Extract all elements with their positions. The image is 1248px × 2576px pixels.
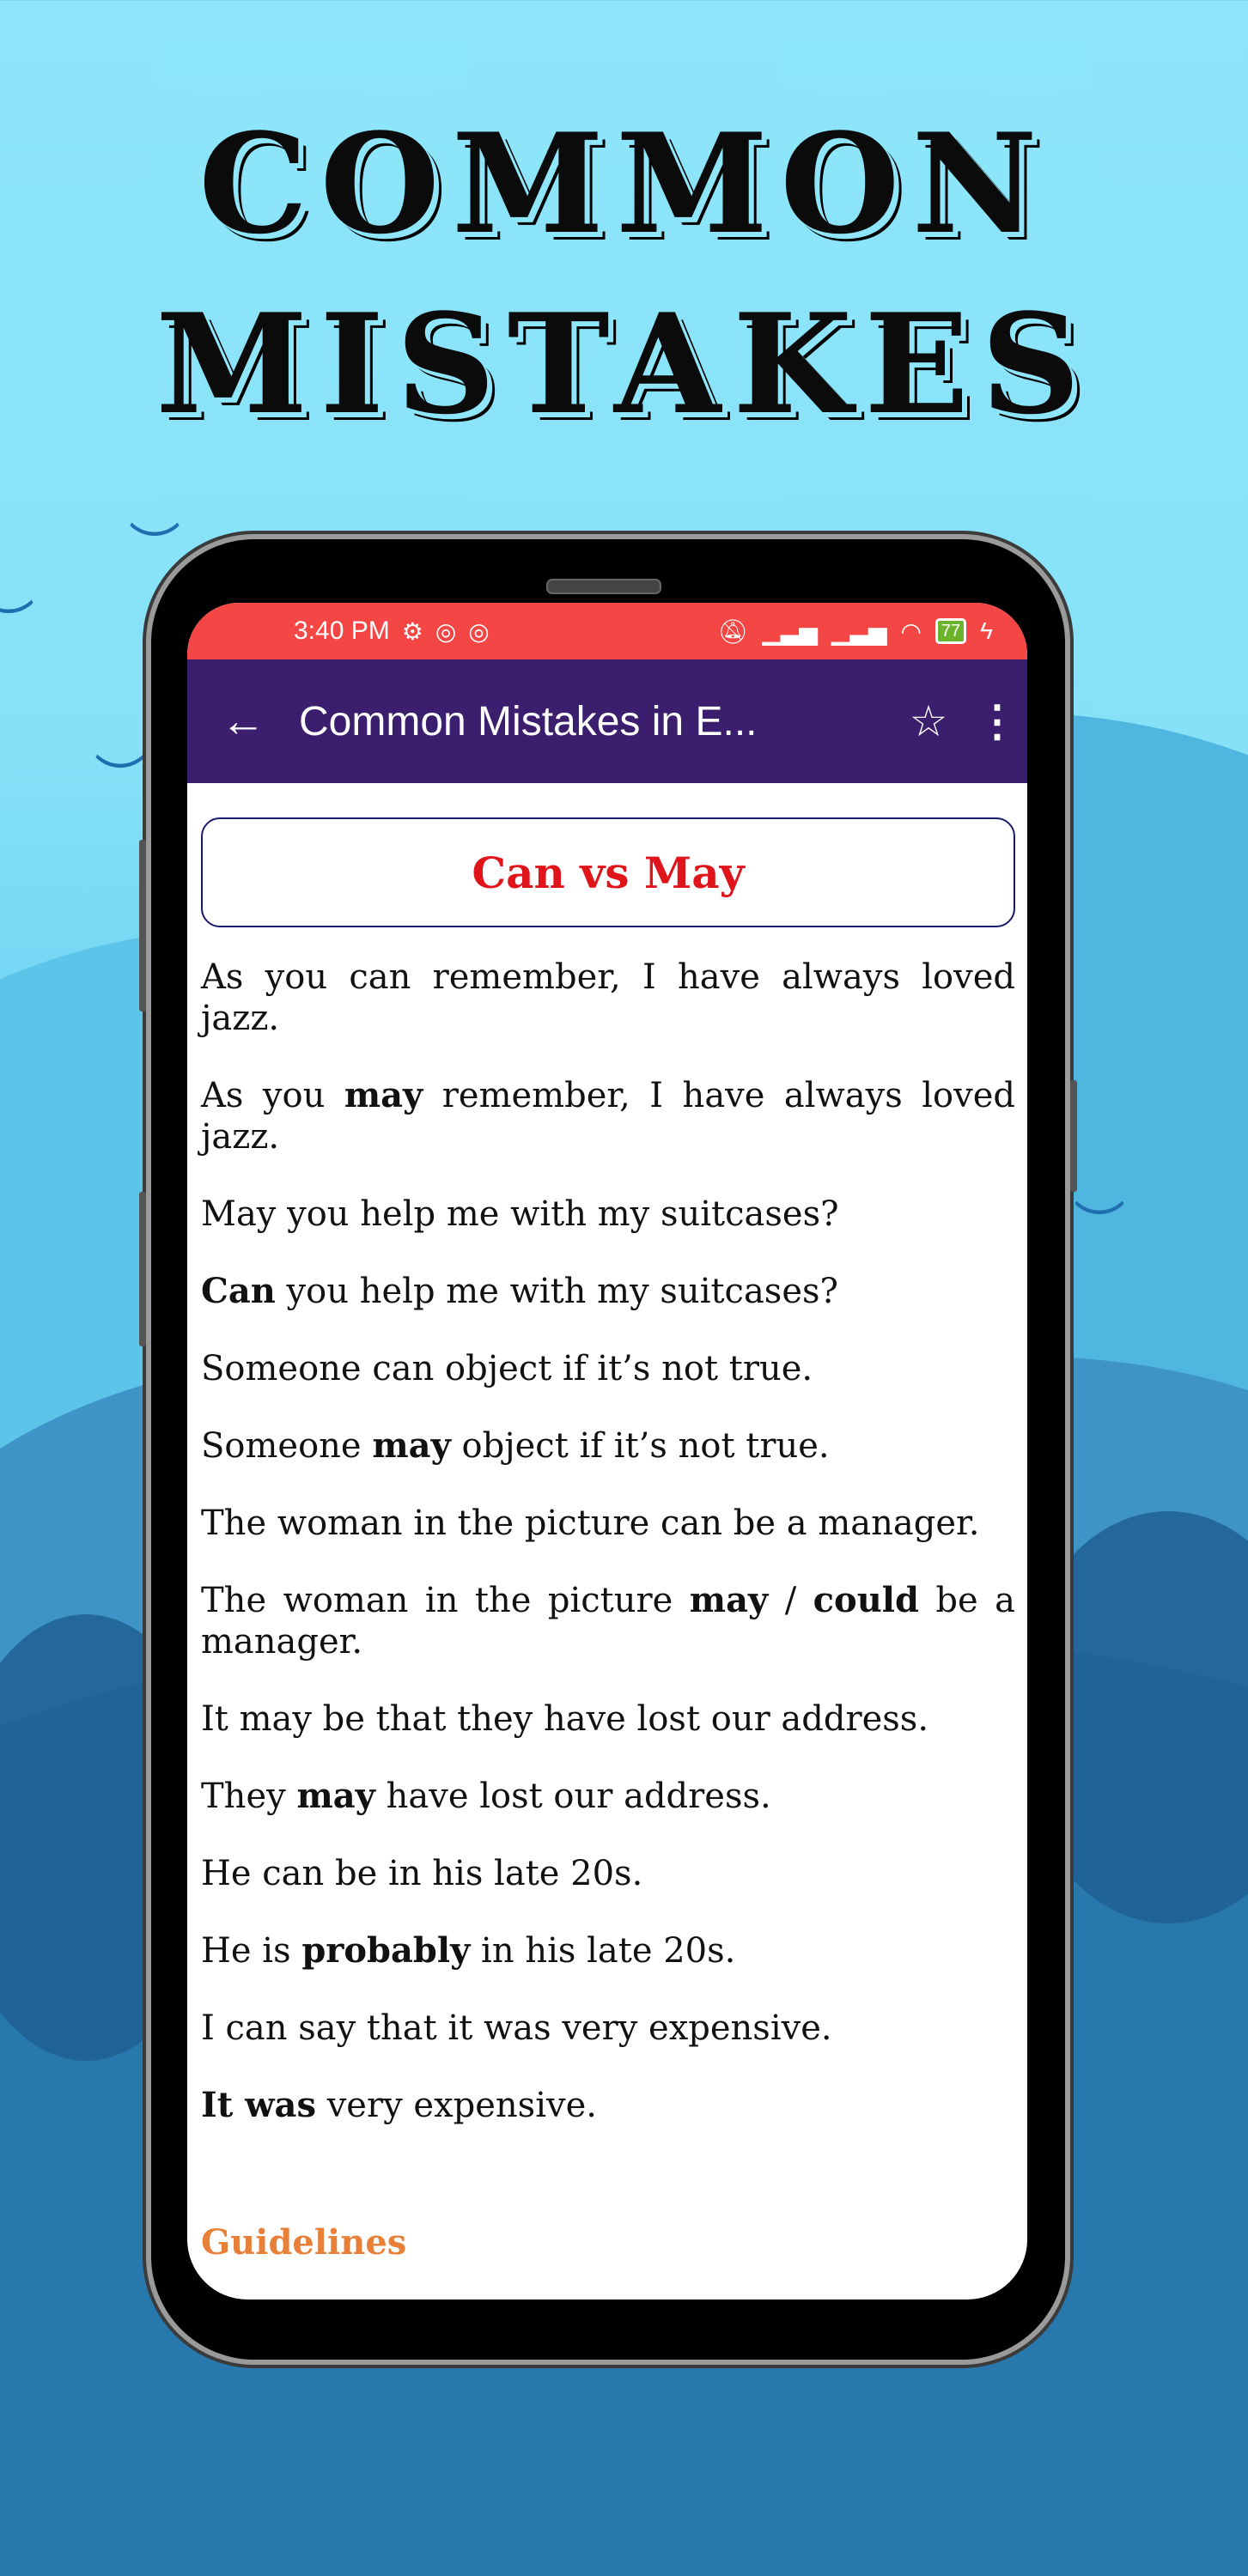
star-favorite-icon[interactable]: ☆: [890, 696, 967, 746]
app-bar-title: Common Mistakes in E...: [299, 698, 758, 744]
example-sentence: I can say that it was very expensive.: [201, 2008, 1015, 2049]
earpiece-speaker: [546, 579, 661, 594]
sentence-text: The woman in the picture can be a manage…: [201, 1504, 980, 1543]
example-sentence: Can you help me with my suitcases?: [201, 1271, 1015, 1312]
highlighted-word: may: [372, 1425, 451, 1466]
phone-screen: 3:40 PM ⚙ ◎ ◎ 🔕︎ ▁▃▅ ▁▃▅ ◠ 77 ϟ ← Common…: [187, 603, 1027, 2300]
sentence-text: It may be that they have lost our addres…: [201, 1699, 929, 1739]
bird-icon: ︶: [0, 584, 34, 659]
overflow-menu-icon[interactable]: ⋮: [967, 696, 1027, 746]
example-sentence: As you can remember, I have always loved…: [201, 957, 1015, 1039]
topic-title-box: Can vs May: [201, 817, 1015, 927]
example-sentence: May you help me with my suitcases?: [201, 1194, 1015, 1235]
sentence-text: I can say that it was very expensive.: [201, 2008, 832, 2048]
phone-frame: 3:40 PM ⚙ ◎ ◎ 🔕︎ ▁▃▅ ▁▃▅ ◠ 77 ϟ ← Common…: [139, 539, 1077, 2360]
sentence-text: As you: [201, 1076, 344, 1115]
bolt-icon: ϟ: [980, 617, 993, 644]
status-bar: 3:40 PM ⚙ ◎ ◎ 🔕︎ ▁▃▅ ▁▃▅ ◠ 77 ϟ: [187, 603, 1027, 659]
sentence-text: Someone: [201, 1426, 373, 1466]
sentence-text: The woman in the picture: [201, 1581, 690, 1620]
wifi-icon: ◠: [900, 617, 922, 645]
sentence-text: He is: [201, 1931, 302, 1971]
promo-headline-line1: COMMON: [198, 103, 1050, 264]
highlighted-word: may: [344, 1075, 423, 1115]
sentence-text: have lost our address.: [374, 1777, 771, 1816]
example-sentence: As you may remember, I have always loved…: [201, 1075, 1015, 1157]
example-sentence: He can be in his late 20s.: [201, 1853, 1015, 1894]
status-time: 3:40 PM: [294, 617, 390, 645]
sentence-text: /: [768, 1581, 813, 1620]
bell-off-icon: 🔕︎: [717, 617, 749, 645]
example-sentence: He is probably in his late 20s.: [201, 1930, 1015, 1971]
battery-indicator: 77: [934, 618, 967, 644]
bird-icon: ︶: [1074, 1197, 1125, 1257]
example-sentence: Someone may object if it’s not true.: [201, 1425, 1015, 1467]
section-heading-guidelines: Guidelines: [201, 2222, 407, 2263]
sentence-text: very expensive.: [315, 2086, 597, 2125]
example-sentence: It was very expensive.: [201, 2085, 1015, 2126]
bird-icon: ︶: [129, 519, 180, 579]
example-sentence: Someone can object if it’s not true.: [201, 1348, 1015, 1389]
sentence-text: object if it’s not true.: [450, 1426, 830, 1466]
bird-icon: ︶: [94, 750, 146, 811]
highlighted-word: could: [813, 1580, 919, 1620]
highlighted-word: may: [689, 1580, 769, 1620]
example-sentence: They may have lost our address.: [201, 1776, 1015, 1817]
highlighted-word: Can: [201, 1271, 276, 1311]
sentence-text: As you can remember, I have always loved…: [201, 957, 1015, 1038]
highlighted-word: It was: [201, 2085, 316, 2125]
example-sentence: The woman in the picture can be a manage…: [201, 1503, 1015, 1544]
highlighted-word: may: [296, 1776, 375, 1816]
signal-icon: ▁▃▅: [762, 617, 818, 645]
sentence-text: They: [201, 1777, 297, 1816]
promo-headline-line2: MISTAKES: [155, 283, 1093, 445]
highlighted-word: probably: [301, 1930, 471, 1971]
gear-icon: ⚙: [401, 617, 423, 645]
app-notification-icon: ◎: [435, 617, 457, 645]
app-notification-icon: ◎: [468, 617, 490, 645]
sentence-text: He can be in his late 20s.: [201, 1854, 643, 1893]
sentence-text: in his late 20s.: [470, 1931, 736, 1971]
app-bar: ← Common Mistakes in E... ☆ ⋮: [187, 659, 1027, 783]
sentence-text: Someone can object if it’s not true.: [201, 1349, 813, 1388]
back-arrow-icon[interactable]: ←: [187, 696, 299, 747]
volume-button: [139, 840, 146, 1012]
sentence-text: May you help me with my suitcases?: [201, 1194, 839, 1234]
example-sentences: As you can remember, I have always loved…: [201, 957, 1015, 2126]
signal-icon: ▁▃▅: [831, 617, 887, 645]
sentence-text: you help me with my suitcases?: [275, 1272, 838, 1311]
power-button: [1070, 1080, 1077, 1192]
example-sentence: The woman in the picture may / could be …: [201, 1580, 1015, 1662]
volume-button: [139, 1192, 146, 1346]
example-sentence: It may be that they have lost our addres…: [201, 1698, 1015, 1740]
lesson-content: Can vs May As you can remember, I have a…: [187, 783, 1027, 2263]
